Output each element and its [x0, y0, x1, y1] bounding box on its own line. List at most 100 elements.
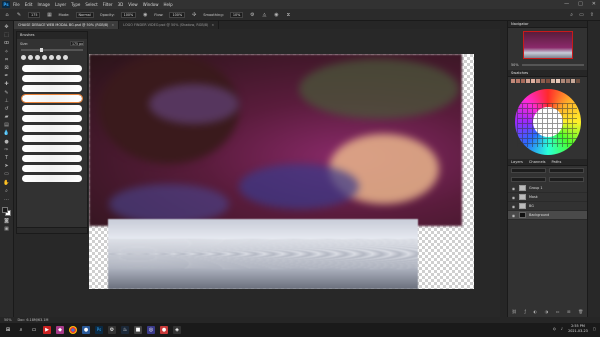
- menu-file[interactable]: File: [13, 2, 20, 7]
- history-brush-tool-icon[interactable]: ↺: [2, 106, 12, 113]
- menu-edit[interactable]: Edit: [25, 2, 33, 7]
- airbrush-icon[interactable]: ✣: [191, 12, 197, 18]
- blur-tool-icon[interactable]: 💧: [2, 130, 12, 137]
- smoothing-input[interactable]: 10%: [229, 11, 244, 18]
- layer-row[interactable]: ◉ Group 1: [508, 184, 587, 193]
- workspace-icon[interactable]: ▭: [579, 12, 584, 18]
- brush-settings-icon[interactable]: ▦: [46, 12, 52, 18]
- layer-row[interactable]: ◉ BG: [508, 202, 587, 211]
- minimize-button[interactable]: —: [564, 1, 569, 7]
- crop-tool-icon[interactable]: ⌗: [2, 57, 12, 64]
- swatch[interactable]: [516, 79, 520, 83]
- eraser-tool-icon[interactable]: ▰: [2, 114, 12, 121]
- brush-preset[interactable]: [22, 65, 82, 72]
- brush-preset[interactable]: [22, 175, 82, 182]
- swatch[interactable]: [576, 79, 580, 83]
- opacity-input[interactable]: 100%: [120, 11, 137, 18]
- smoothing-options-icon[interactable]: ⚙: [249, 12, 255, 18]
- brush-preset[interactable]: [22, 165, 82, 172]
- layer-fill-input[interactable]: [549, 177, 584, 182]
- app-icon[interactable]: ◎: [147, 326, 155, 334]
- navigator-thumbnail[interactable]: [522, 31, 573, 59]
- layer-opacity-input[interactable]: [549, 168, 584, 173]
- visibility-eye-icon[interactable]: ◉: [511, 195, 516, 200]
- brush-size-picker[interactable]: 175: [28, 11, 41, 18]
- quick-select-tool-icon[interactable]: ✧: [2, 49, 12, 56]
- menu-type[interactable]: Type: [71, 2, 80, 7]
- screen-mode-icon[interactable]: ▣: [2, 226, 12, 233]
- shape-tool-icon[interactable]: ▭: [2, 171, 12, 178]
- visibility-eye-icon[interactable]: ◉: [511, 213, 516, 218]
- frame-tool-icon[interactable]: ⊠: [2, 65, 12, 72]
- brush-preset[interactable]: [22, 75, 82, 82]
- home-icon[interactable]: ⌂: [4, 12, 10, 18]
- layer-row-active[interactable]: ◉ Background: [508, 211, 587, 220]
- swatch[interactable]: [546, 79, 550, 83]
- tab-document-1[interactable]: CHAISE DEBACE WEB MODAL BG.psd @ 50% (RG…: [14, 21, 120, 29]
- healing-tool-icon[interactable]: ✚: [2, 81, 12, 88]
- menu-layer[interactable]: Layer: [55, 2, 66, 7]
- app-icon[interactable]: ■: [134, 326, 142, 334]
- recent-brush[interactable]: [35, 55, 40, 60]
- menu-help[interactable]: Help: [163, 2, 172, 7]
- recent-brush[interactable]: [21, 55, 26, 60]
- brush-size-input[interactable]: 175 px: [70, 41, 84, 46]
- brush-preset[interactable]: [22, 155, 82, 162]
- brush-preset[interactable]: [22, 85, 82, 92]
- navigator-zoom-value[interactable]: 50%: [511, 63, 519, 67]
- recent-brush[interactable]: [42, 55, 47, 60]
- menu-select[interactable]: Select: [85, 2, 97, 7]
- tab-document-2[interactable]: LOGO FINDER VIDEO.psd @ 50% (Shadow, RGB…: [119, 21, 220, 29]
- brush-tool-icon[interactable]: ✎: [2, 90, 12, 97]
- brush-preset[interactable]: [22, 105, 82, 112]
- pressure-size-icon[interactable]: ◉: [273, 12, 279, 18]
- photoshop-taskbar-icon[interactable]: Ps: [95, 326, 103, 334]
- move-tool-icon[interactable]: ✥: [2, 24, 12, 31]
- lock-options[interactable]: [511, 177, 546, 182]
- swatch[interactable]: [526, 79, 530, 83]
- swatch[interactable]: [551, 79, 555, 83]
- brush-preset[interactable]: [22, 115, 82, 122]
- adjustment-icon[interactable]: ◑: [545, 309, 549, 314]
- tab-channels[interactable]: Channels: [529, 159, 546, 165]
- path-select-tool-icon[interactable]: ➤: [2, 163, 12, 170]
- app-icon[interactable]: ●: [160, 326, 168, 334]
- hand-tool-icon[interactable]: ✋: [2, 180, 12, 187]
- navigator-panel-title[interactable]: Navigator: [508, 21, 587, 28]
- menu-3d[interactable]: 3D: [118, 2, 124, 7]
- brush-tool-icon[interactable]: ✎: [16, 12, 22, 18]
- document-canvas[interactable]: [89, 54, 474, 289]
- visibility-eye-icon[interactable]: ◉: [511, 204, 516, 209]
- share-icon[interactable]: ⇪: [590, 12, 594, 18]
- tab-layers[interactable]: Layers: [511, 159, 523, 165]
- steam-icon[interactable]: ♨: [121, 326, 129, 334]
- brush-preset[interactable]: [22, 125, 82, 132]
- notification-icon[interactable]: ▢: [593, 327, 596, 331]
- more-tools-icon[interactable]: …: [2, 196, 12, 203]
- fx-icon[interactable]: ƒ: [524, 309, 525, 314]
- brush-size-slider[interactable]: [21, 48, 83, 52]
- search-icon[interactable]: ⌕: [570, 12, 573, 18]
- quick-mask-icon[interactable]: ◙: [2, 218, 12, 225]
- dodge-tool-icon[interactable]: ●: [2, 139, 12, 146]
- photoshop-logo[interactable]: Ps: [2, 1, 10, 8]
- app-icon[interactable]: ⚙: [108, 326, 116, 334]
- swatch[interactable]: [521, 79, 525, 83]
- trash-icon[interactable]: 🗑: [578, 309, 583, 314]
- tab-paths[interactable]: Paths: [552, 159, 562, 165]
- clock[interactable]: 2:55 PM 2021-03-23: [568, 324, 588, 334]
- new-layer-icon[interactable]: ⊞: [567, 309, 570, 314]
- volume-icon[interactable]: ♪: [561, 327, 563, 331]
- windows-start-icon[interactable]: ⊞: [4, 326, 12, 334]
- brush-preset[interactable]: [22, 145, 82, 152]
- swatch[interactable]: [571, 79, 575, 83]
- swatch[interactable]: [561, 79, 565, 83]
- app-icon[interactable]: ◆: [56, 326, 64, 334]
- zoom-tool-icon[interactable]: ⌕: [2, 188, 12, 195]
- swatch[interactable]: [566, 79, 570, 83]
- color-swatches[interactable]: [1, 206, 13, 218]
- chrome-icon[interactable]: [69, 326, 77, 334]
- close-icon[interactable]: ×: [111, 23, 114, 27]
- pen-tool-icon[interactable]: ✑: [2, 147, 12, 154]
- gradient-tool-icon[interactable]: ▤: [2, 122, 12, 129]
